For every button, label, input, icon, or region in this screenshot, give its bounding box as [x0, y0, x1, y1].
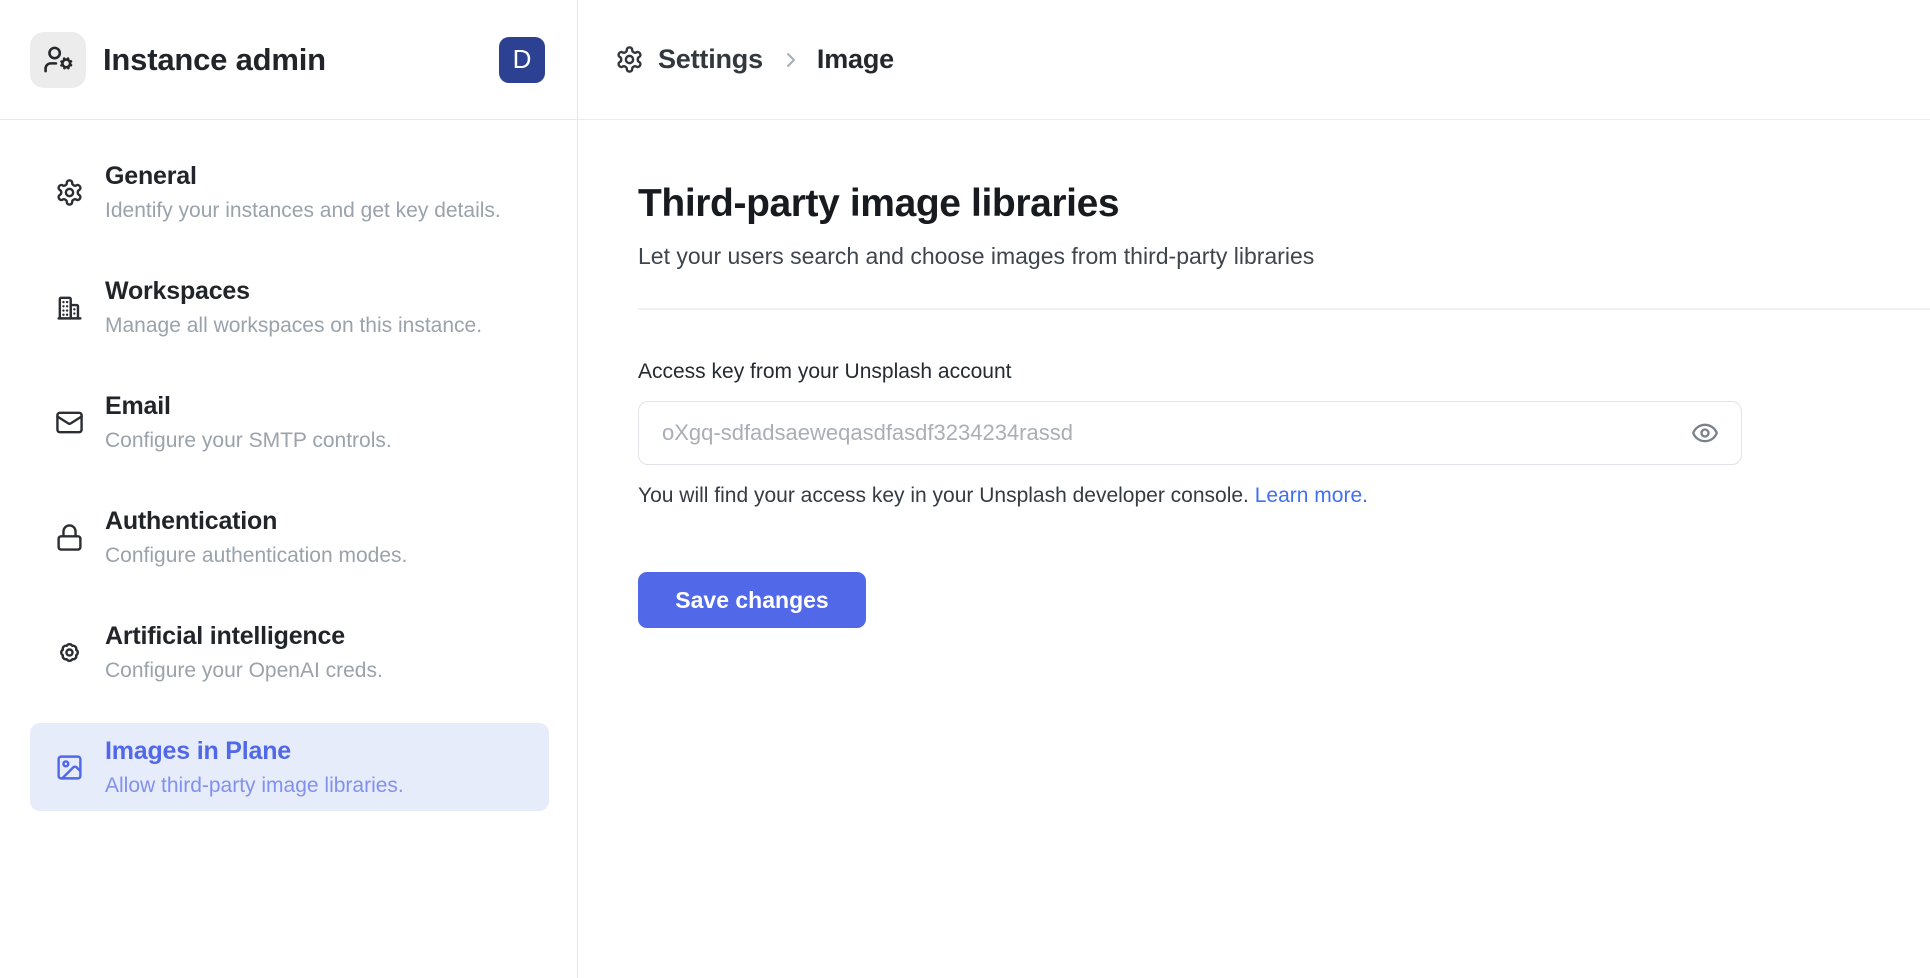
sidebar-item-description: Allow third-party image libraries. — [105, 774, 404, 798]
save-changes-button[interactable]: Save changes — [638, 572, 866, 628]
app-title: Instance admin — [103, 42, 499, 78]
eye-icon — [1691, 419, 1719, 447]
sidebar-item-authentication[interactable]: Authentication Configure authentication … — [30, 493, 549, 581]
sidebar-item-label: Images in Plane — [105, 737, 404, 766]
sidebar-item-email[interactable]: Email Configure your SMTP controls. — [30, 378, 549, 466]
sidebar-item-label: Artificial intelligence — [105, 622, 383, 651]
page-title: Third-party image libraries — [638, 182, 1930, 226]
image-icon — [55, 753, 84, 782]
learn-more-link[interactable]: Learn more. — [1255, 484, 1368, 507]
lock-icon — [55, 523, 84, 552]
reveal-key-button[interactable] — [1691, 419, 1719, 447]
breadcrumb-settings[interactable]: Settings — [658, 44, 763, 75]
breadcrumb: Settings Image — [578, 0, 1930, 120]
access-key-label: Access key from your Unsplash account — [638, 360, 1930, 384]
sidebar-item-description: Configure your OpenAI creds. — [105, 659, 383, 683]
ai-cog-icon — [55, 638, 84, 667]
sidebar-item-description: Configure authentication modes. — [105, 544, 407, 568]
helper-text: You will find your access key in your Un… — [638, 484, 1930, 508]
sidebar-item-label: Email — [105, 392, 392, 421]
helper-text-body: You will find your access key in your Un… — [638, 484, 1249, 507]
user-cog-icon — [30, 32, 86, 88]
sidebar-item-general[interactable]: General Identify your instances and get … — [30, 148, 549, 236]
sidebar-item-description: Identify your instances and get key deta… — [105, 199, 501, 223]
sidebar-item-label: Workspaces — [105, 277, 482, 306]
section-divider — [638, 308, 1930, 310]
sidebar-item-label: General — [105, 162, 501, 191]
sidebar-header: Instance admin D — [0, 0, 577, 120]
access-key-input[interactable] — [662, 420, 1675, 446]
sidebar: Instance admin D General Identify your i… — [0, 0, 578, 978]
avatar[interactable]: D — [499, 37, 545, 83]
sidebar-item-label: Authentication — [105, 507, 407, 536]
sidebar-item-images-in-plane[interactable]: Images in Plane Allow third-party image … — [30, 723, 549, 811]
gear-icon — [615, 45, 644, 74]
chevron-right-icon — [779, 48, 803, 72]
page-subtitle: Let your users search and choose images … — [638, 243, 1930, 270]
sidebar-item-description: Configure your SMTP controls. — [105, 429, 392, 453]
sidebar-item-workspaces[interactable]: Workspaces Manage all workspaces on this… — [30, 263, 549, 351]
gear-icon — [55, 178, 84, 207]
sidebar-item-artificial-intelligence[interactable]: Artificial intelligence Configure your O… — [30, 608, 549, 696]
sidebar-nav: General Identify your instances and get … — [0, 120, 577, 811]
mail-icon — [55, 408, 84, 437]
access-key-field-wrapper — [638, 401, 1742, 465]
main-area: Settings Image Third-party image librari… — [578, 0, 1930, 978]
building-icon — [55, 293, 84, 322]
breadcrumb-image: Image — [817, 44, 894, 75]
settings-image-page: Third-party image libraries Let your use… — [578, 120, 1930, 628]
sidebar-item-description: Manage all workspaces on this instance. — [105, 314, 482, 338]
instance-admin-app: Instance admin D General Identify your i… — [0, 0, 1930, 978]
